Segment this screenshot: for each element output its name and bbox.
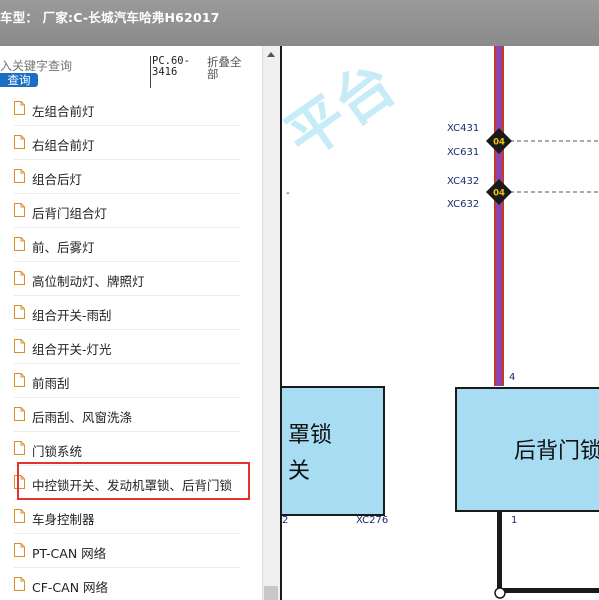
tree-item-label: 组合开关-雨刮	[32, 308, 112, 323]
document-icon	[14, 271, 25, 285]
connector-diamond-1: 04	[486, 128, 512, 154]
collapse-all-button[interactable]: 折叠全部	[207, 56, 252, 80]
connector-label-xc276: XC276	[356, 515, 388, 526]
tree-item-label: 后雨刮、风窗洗涤	[32, 410, 133, 425]
document-icon	[14, 237, 25, 251]
connector-label-xc431: XC431	[447, 123, 479, 134]
tree-item[interactable]: PT-CAN 网络	[14, 534, 240, 568]
watermark-text: 平台	[282, 49, 408, 171]
tree-item[interactable]: 高位制动灯、牌照灯	[14, 262, 240, 296]
document-icon	[14, 339, 25, 353]
window-title: 车型： 厂家:C-长城汽车哈弗H62017	[0, 10, 220, 25]
tree-item[interactable]: 门锁系统	[14, 432, 240, 466]
tree-item-label: CF-CAN 网络	[32, 580, 109, 595]
query-button[interactable]: 查询	[0, 73, 38, 87]
scroll-up-arrow-icon[interactable]	[267, 52, 275, 57]
divider	[150, 56, 151, 88]
document-icon	[14, 169, 25, 183]
tree-item-label: 组合后灯	[32, 172, 83, 187]
pin-4-label: 4	[509, 372, 515, 383]
wire-lower-horizontal	[497, 588, 599, 593]
tree-item-label: 后背门组合灯	[32, 206, 108, 221]
document-icon	[14, 101, 25, 115]
wire-vertical	[496, 46, 502, 386]
tree-item[interactable]: 前雨刮	[14, 364, 240, 398]
document-icon	[14, 509, 25, 523]
pin-2-label: 2	[282, 515, 288, 526]
tree-item-label: 右组合前灯	[32, 138, 95, 153]
component-left-line1: 罩锁	[288, 423, 332, 448]
component-left-line2: 关	[288, 459, 310, 484]
wiring-diagram: 平台 04 04 XC431 XC631 XC432 XC632 - 4 罩锁 …	[280, 46, 599, 600]
tree-item[interactable]: 后雨刮、风窗洗涤	[14, 398, 240, 432]
selected-item-highlight	[17, 462, 250, 500]
tree-item[interactable]: 左组合前灯	[14, 92, 240, 126]
connector-label-xc432: XC432	[447, 176, 479, 187]
pin-1-label: 1	[511, 515, 517, 526]
component-right-label: 后背门锁	[514, 439, 599, 464]
tree-item-label: PT-CAN 网络	[32, 546, 107, 561]
document-icon	[14, 577, 25, 591]
tree-item[interactable]: 后背门组合灯	[14, 194, 240, 228]
connector-badge-1: 04	[493, 138, 505, 148]
document-icon	[14, 135, 25, 149]
tree-item-label: 高位制动灯、牌照灯	[32, 274, 145, 289]
connector-label-xc632: XC632	[447, 199, 479, 210]
tree-item-label: 门锁系统	[32, 444, 83, 459]
tree-item[interactable]: 组合后灯	[14, 160, 240, 194]
document-icon	[14, 441, 25, 455]
wire-junction	[494, 587, 506, 599]
tree-item-label: 组合开关-灯光	[32, 342, 112, 357]
document-icon	[14, 305, 25, 319]
tree-item-label: 前、后雾灯	[32, 240, 95, 255]
connector-label-xc631: XC631	[447, 147, 479, 158]
tree-item[interactable]: CF-CAN 网络	[14, 568, 240, 600]
tree-item[interactable]: 前、后雾灯	[14, 228, 240, 262]
document-icon	[14, 407, 25, 421]
tree-item-label: 左组合前灯	[32, 104, 95, 119]
tree-item[interactable]: 右组合前灯	[14, 126, 240, 160]
connector-badge-2: 04	[493, 189, 505, 199]
tree-item[interactable]: 组合开关-灯光	[14, 330, 240, 364]
tree-item[interactable]: 车身控制器	[14, 500, 240, 534]
left-panel: 查询 PC.60-3416 折叠全部 左组合前灯右组合前灯组合后灯后背门组合灯前…	[0, 46, 262, 600]
wire-lower-vertical	[497, 511, 502, 593]
title-bar: 车型： 厂家:C-长城汽车哈弗H62017	[0, 0, 599, 46]
document-icon	[14, 203, 25, 217]
tree-item-label: 车身控制器	[32, 512, 95, 527]
left-tick: -	[286, 188, 290, 199]
component-box-left	[282, 386, 385, 516]
left-scrollbar[interactable]	[262, 46, 280, 600]
tree-item-label: 前雨刮	[32, 376, 70, 391]
part-code: PC.60-3416	[152, 55, 190, 78]
wire-vertical-red-right	[502, 46, 504, 386]
connector-diamond-2: 04	[486, 179, 512, 205]
document-icon	[14, 543, 25, 557]
search-input[interactable]	[0, 58, 130, 74]
wire-vertical-red-left	[494, 46, 496, 386]
diagram-canvas: 平台 04 04 XC431 XC631 XC432 XC632 - 4 罩锁 …	[282, 46, 599, 599]
scrollbar-thumb[interactable]	[264, 586, 278, 600]
tree-list: 左组合前灯右组合前灯组合后灯后背门组合灯 前、后雾灯高位制动灯、牌照灯 组合开关-雨…	[0, 92, 250, 600]
tree-item[interactable]: 组合开关-雨刮	[14, 296, 240, 330]
document-icon	[14, 373, 25, 387]
